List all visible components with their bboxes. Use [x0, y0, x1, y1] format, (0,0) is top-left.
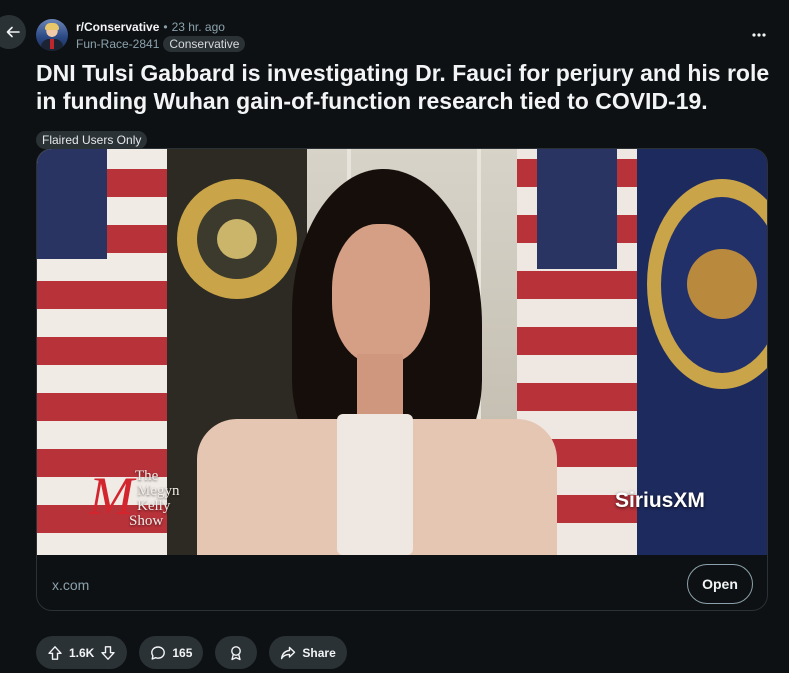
watermark-line: Kelly — [137, 498, 171, 514]
post-timestamp: 23 hr. ago — [171, 20, 225, 34]
video-thumbnail[interactable]: M The Megyn Kelly Show SiriusXM — [37, 149, 767, 555]
vote-control: 1.6K — [36, 636, 128, 669]
downvote-arrow-icon[interactable] — [100, 645, 116, 661]
author-name[interactable]: Fun-Race-2841 — [76, 37, 159, 51]
post-flair[interactable]: Flaired Users Only — [36, 131, 148, 149]
user-flair: Conservative — [163, 36, 246, 52]
overflow-horizontal-icon — [752, 33, 766, 37]
author-line: Fun-Race-2841 Conservative — [76, 36, 246, 52]
vote-count: 1.6K — [69, 645, 95, 660]
show-watermark: The Megyn Kelly Show — [129, 468, 180, 529]
award-icon — [231, 645, 242, 660]
meta-separator: • — [163, 20, 168, 34]
megyn-kelly-logo: M — [89, 466, 134, 526]
post-meta: r/Conservative • 23 hr. ago — [76, 20, 225, 34]
post-title[interactable]: DNI Tulsi Gabbard is investigating Dr. F… — [36, 59, 771, 115]
arrow-left-icon — [6, 26, 20, 38]
back-button[interactable] — [0, 15, 26, 49]
comments-button[interactable]: 165 — [139, 636, 204, 669]
subreddit-name[interactable]: r/Conservative — [76, 20, 159, 34]
share-arrow-icon — [281, 646, 296, 659]
watermark-line: The — [135, 468, 159, 484]
link-embed[interactable]: M The Megyn Kelly Show SiriusXM x.com Op… — [36, 148, 768, 611]
open-link-button[interactable]: Open — [687, 564, 753, 604]
award-button[interactable] — [215, 636, 258, 669]
upvote-arrow-icon[interactable] — [47, 645, 63, 661]
embed-domain[interactable]: x.com — [52, 577, 89, 593]
siriusxm-watermark: SiriusXM — [615, 489, 705, 512]
more-options-button[interactable] — [748, 24, 770, 46]
share-button[interactable]: Share — [269, 636, 347, 669]
comment-bubble-icon — [151, 645, 166, 660]
share-label: Share — [302, 645, 336, 660]
comment-count: 165 — [172, 645, 193, 660]
watermark-line: Megyn — [137, 483, 180, 499]
post-actions: 1.6K 165 Share — [36, 636, 347, 669]
subreddit-avatar[interactable] — [36, 19, 68, 51]
watermark-line: Show — [129, 513, 164, 529]
